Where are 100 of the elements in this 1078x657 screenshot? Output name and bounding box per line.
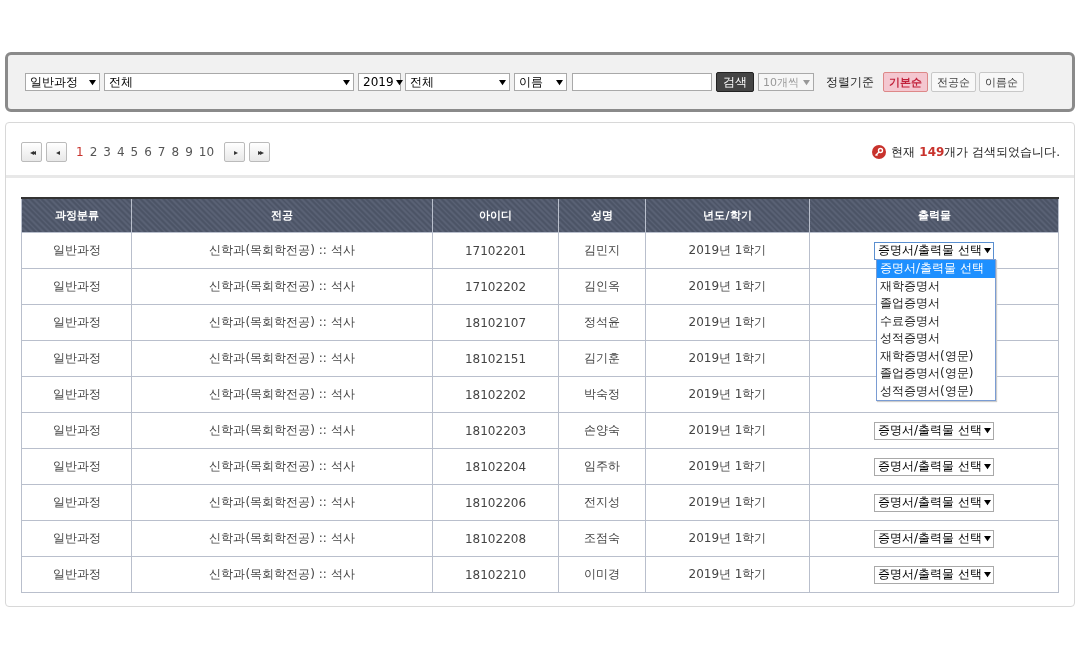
sort-button[interactable]: 기본순 bbox=[883, 72, 928, 92]
sort-label: 정렬기준 bbox=[826, 73, 874, 91]
page-link[interactable]: 3 bbox=[103, 145, 111, 159]
table-cell: 신학과(목회학전공) :: 석사 bbox=[209, 567, 355, 581]
table-cell: 신학과(목회학전공) :: 석사 bbox=[209, 423, 355, 437]
output-dropdown[interactable]: 증명서/출력물 선택 bbox=[874, 241, 994, 260]
page-link[interactable]: 4 bbox=[116, 145, 125, 159]
page-link[interactable]: 6 bbox=[144, 145, 152, 159]
column-header: 성명 bbox=[558, 198, 646, 233]
table-cell: 2019년 1학기 bbox=[688, 387, 767, 401]
caret-icon bbox=[983, 463, 991, 470]
caret-icon bbox=[983, 535, 991, 542]
sort-button[interactable]: 전공순 bbox=[931, 72, 976, 92]
dropdown-option[interactable]: 졸업증명서 bbox=[877, 295, 995, 313]
output-dropdown[interactable]: 증명서/출력물 선택 bbox=[874, 529, 994, 548]
table-cell: 2019년 1학기 bbox=[688, 567, 767, 581]
table-cell: 일반과정 bbox=[52, 459, 101, 473]
table-cell: 2019년 1학기 bbox=[688, 423, 767, 437]
filter-dropdown[interactable]: 2019 bbox=[358, 73, 401, 91]
table-cell: 김민지 bbox=[584, 243, 620, 257]
output-dropdown[interactable]: 증명서/출력물 선택 bbox=[874, 565, 994, 584]
last-page-button[interactable]: ▸▸ bbox=[249, 142, 271, 162]
table-cell: 신학과(목회학전공) :: 석사 bbox=[209, 459, 355, 473]
caret-icon bbox=[499, 78, 506, 86]
page-link[interactable]: 2 bbox=[89, 145, 98, 159]
column-header: 전공 bbox=[131, 198, 433, 233]
column-header: 아이디 bbox=[432, 198, 559, 233]
filter-dropdown[interactable]: 이름 bbox=[514, 73, 567, 91]
search-button[interactable]: 검색 bbox=[716, 72, 754, 92]
table-cell: 18102204 bbox=[464, 459, 527, 474]
table-cell: 18102202 bbox=[464, 387, 527, 402]
page-link[interactable]: 1 bbox=[76, 145, 84, 159]
filter-dropdown[interactable]: 일반과정 bbox=[25, 73, 100, 91]
first-page-button[interactable]: ◂◂ bbox=[21, 142, 42, 162]
table-cell: 일반과정 bbox=[52, 567, 101, 581]
output-dropdown[interactable]: 증명서/출력물 선택 bbox=[874, 493, 994, 512]
table-cell: 정석윤 bbox=[584, 315, 620, 329]
table-cell: 전지성 bbox=[584, 495, 620, 509]
filter-dropdown[interactable]: 전체 bbox=[104, 73, 354, 91]
table-cell: 17102201 bbox=[464, 243, 527, 258]
table-cell: 일반과정 bbox=[52, 279, 101, 293]
table-cell: 신학과(목회학전공) :: 석사 bbox=[209, 387, 355, 401]
filter-dropdown[interactable]: 전체 bbox=[405, 73, 510, 91]
page-link[interactable]: 9 bbox=[185, 145, 193, 159]
table-cell: 신학과(목회학전공) :: 석사 bbox=[209, 531, 355, 545]
table-cell: 2019년 1학기 bbox=[688, 243, 767, 257]
caret-icon bbox=[983, 247, 991, 254]
page-link[interactable]: 5 bbox=[130, 145, 139, 159]
table-cell: 김기훈 bbox=[584, 351, 620, 365]
sort-button[interactable]: 이름순 bbox=[979, 72, 1024, 92]
key-icon bbox=[872, 145, 887, 159]
caret-icon bbox=[556, 78, 563, 86]
table-cell: 임주하 bbox=[584, 459, 620, 473]
table-cell: 2019년 1학기 bbox=[688, 351, 767, 365]
table-cell: 일반과정 bbox=[52, 315, 101, 329]
caret-icon bbox=[89, 78, 96, 86]
table-cell: 18102210 bbox=[464, 567, 527, 582]
table-cell: 17102202 bbox=[464, 279, 527, 294]
result-count: 현재 149개가 검색되었습니다. bbox=[891, 143, 1060, 161]
table-cell: 2019년 1학기 bbox=[688, 531, 767, 545]
caret-icon bbox=[803, 78, 810, 86]
table-cell: 일반과정 bbox=[52, 531, 101, 545]
next-page-button[interactable]: ▸ bbox=[224, 142, 246, 162]
table-cell: 손양숙 bbox=[584, 423, 620, 437]
page-link[interactable]: 7 bbox=[157, 145, 166, 159]
output-dropdown[interactable]: 증명서/출력물 선택 bbox=[874, 457, 994, 476]
table-cell: 일반과정 bbox=[52, 387, 101, 401]
caret-icon bbox=[343, 78, 350, 86]
caret-icon bbox=[983, 499, 991, 506]
table-cell: 일반과정 bbox=[52, 495, 101, 509]
table-cell: 김인옥 bbox=[584, 279, 620, 293]
column-header: 과정분류 bbox=[21, 198, 132, 233]
table-cell: 조점숙 bbox=[584, 531, 620, 545]
table-cell: 2019년 1학기 bbox=[688, 279, 767, 293]
output-dropdown[interactable]: 증명서/출력물 선택 bbox=[874, 421, 994, 440]
prev-page-button[interactable]: ◂ bbox=[46, 142, 67, 162]
page-link[interactable]: 8 bbox=[171, 145, 180, 159]
table-cell: 신학과(목회학전공) :: 석사 bbox=[209, 351, 355, 365]
table-cell: 2019년 1학기 bbox=[688, 495, 767, 509]
dropdown-option[interactable]: 성적증명서 bbox=[877, 330, 995, 348]
table-cell: 일반과정 bbox=[52, 351, 101, 365]
table-cell: 2019년 1학기 bbox=[688, 459, 767, 473]
page-link[interactable]: 10 bbox=[198, 145, 215, 159]
table-cell: 18102203 bbox=[464, 423, 527, 438]
caret-icon bbox=[983, 427, 991, 434]
table-cell: 신학과(목회학전공) :: 석사 bbox=[209, 279, 355, 293]
table-cell: 2019년 1학기 bbox=[688, 315, 767, 329]
caret-icon bbox=[983, 571, 991, 578]
table-cell: 일반과정 bbox=[52, 243, 101, 257]
dropdown-option[interactable]: 졸업증명서(영문) bbox=[877, 365, 995, 383]
table-cell: 18102208 bbox=[464, 531, 527, 546]
table-cell: 신학과(목회학전공) :: 석사 bbox=[209, 243, 355, 257]
table-cell: 18102206 bbox=[464, 495, 527, 510]
keyword-field[interactable] bbox=[572, 73, 712, 91]
caret-icon bbox=[395, 78, 403, 86]
table-cell: 일반과정 bbox=[52, 423, 101, 437]
column-header: 년도/학기 bbox=[645, 198, 810, 233]
table-cell: 신학과(목회학전공) :: 석사 bbox=[209, 495, 355, 509]
table-cell: 이미경 bbox=[584, 567, 620, 581]
table-cell: 신학과(목회학전공) :: 석사 bbox=[209, 315, 355, 329]
